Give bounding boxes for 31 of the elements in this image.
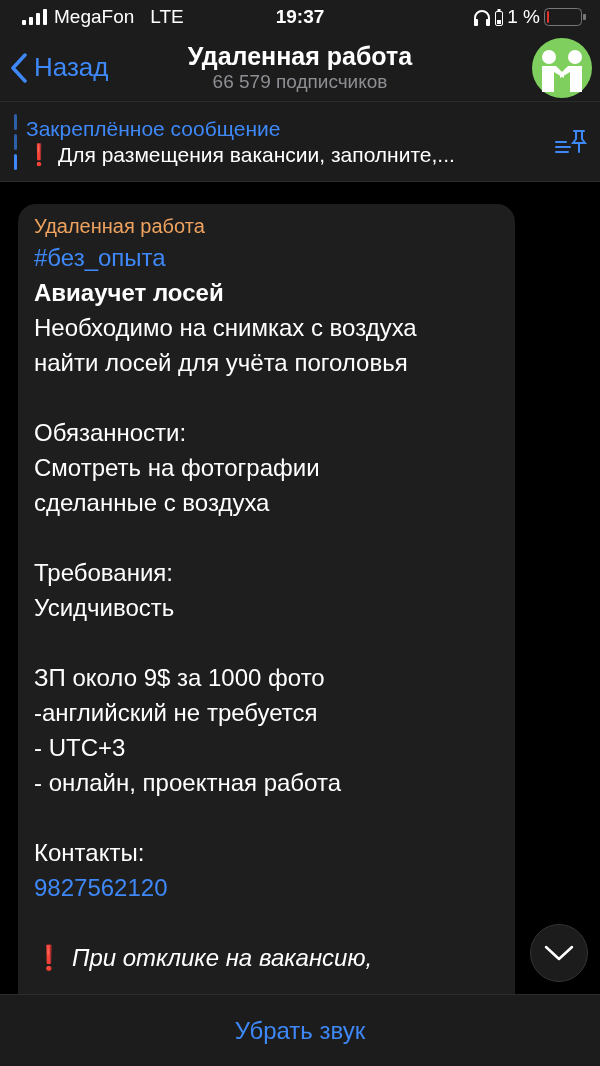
chevron-down-icon bbox=[544, 945, 574, 961]
message-text: Необходимо на снимках с воздуха найти лосей для учёта поголовья bbox=[34, 313, 418, 378]
pinned-text[interactable]: Для размещения вакансии, заполните,... bbox=[58, 142, 455, 167]
pin-indicator bbox=[14, 113, 18, 170]
exclamation-icon: ❗ bbox=[26, 142, 52, 167]
chevron-left-icon bbox=[10, 52, 28, 83]
channel-title: Удаленная работа bbox=[187, 42, 413, 71]
message-text: Требования: Усидчивость bbox=[34, 558, 176, 623]
network-type: LTE bbox=[150, 6, 184, 28]
battery-percent: 1 % bbox=[507, 6, 540, 28]
message-author: Удаленная работа bbox=[34, 214, 206, 239]
carrier-name: MegaFon bbox=[54, 6, 135, 28]
exclamation-icon: ❗ bbox=[34, 940, 64, 975]
battery-icon bbox=[544, 8, 586, 26]
message-text: Обязанности: Смотреть на фотографии сделанные с воздуха bbox=[34, 418, 321, 518]
back-button[interactable]: Назад bbox=[10, 52, 109, 83]
headphones-icon bbox=[473, 8, 492, 26]
avatar-drawing[interactable] bbox=[532, 37, 592, 98]
clock: 19:37 bbox=[275, 6, 325, 28]
message-text: ЗП около 9$ за 1000 фото -английский не требуется - UTC+3 - онлайн, проектная работа bbox=[34, 663, 342, 798]
pinned-list-icon[interactable] bbox=[554, 127, 588, 156]
battery-small-icon bbox=[495, 8, 504, 26]
message-title: Авиаучет лосей bbox=[34, 278, 225, 308]
subscriber-count: 66 579 подписчиков bbox=[212, 71, 388, 93]
message-link[interactable]: #без_опыта bbox=[34, 240, 499, 275]
signal-icon bbox=[22, 9, 48, 25]
message-link[interactable]: 9827562120 bbox=[34, 870, 499, 905]
pinned-title: Закреплённое сообщение bbox=[26, 116, 282, 141]
message-text: Контакты: bbox=[34, 838, 146, 868]
message-note: При отклике на вакансию, bbox=[72, 943, 373, 973]
mute-button[interactable]: Убрать звук bbox=[234, 1016, 366, 1045]
